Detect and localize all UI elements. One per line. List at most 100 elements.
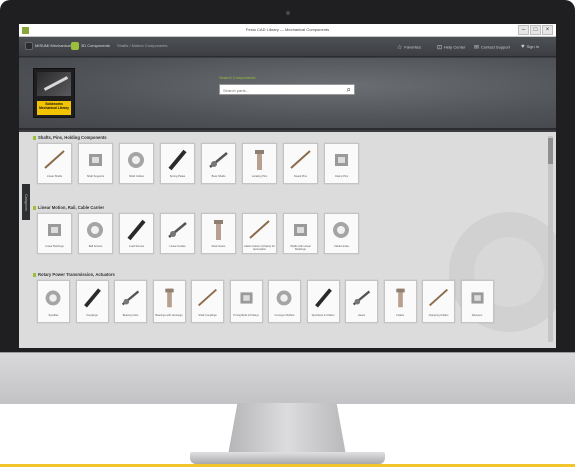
clamp-pin-icon: [335, 154, 348, 166]
component-tile[interactable]: Shaft Supports: [78, 143, 113, 184]
cube-icon: [71, 42, 79, 50]
nav-mechanical-label: MISUMI Mechanical: [35, 43, 71, 49]
section-shafts: Shafts, Pins, Holding Components Linear …: [33, 135, 359, 184]
component-tile[interactable]: Bearings with Housings: [152, 280, 186, 323]
library-logo[interactable]: Solidworks Mechanical Library: [33, 68, 75, 118]
component-tile[interactable]: Rack Gears: [201, 213, 236, 254]
component-tile[interactable]: Sprockets & Chains: [306, 280, 340, 323]
favorites-link[interactable]: ☆ Favorites: [397, 44, 421, 51]
cable-hook-icon: [333, 222, 349, 238]
search-box[interactable]: ⌕: [219, 84, 355, 95]
help-icon: ⊡: [437, 45, 443, 51]
minimize-button[interactable]: –: [518, 25, 529, 35]
component-label: Clamp Pins: [334, 175, 349, 178]
component-label: Shaft Couplings: [198, 314, 217, 317]
app-header: MISUMI Mechanical 3D Components Shafts /…: [19, 37, 556, 57]
component-tile[interactable]: Cable Carriers (Chains) for Automation: [242, 213, 277, 254]
linear-shaft-icon: [44, 150, 65, 169]
component-tile[interactable]: Spring Plates: [160, 143, 195, 184]
shaft-collar-icon: [128, 152, 144, 168]
component-tile[interactable]: Spindles: [37, 280, 70, 323]
contact-label: Contact Support: [481, 44, 510, 50]
scrollbar[interactable]: [548, 136, 553, 342]
component-tile[interactable]: Cable Hooks: [324, 213, 359, 254]
component-tile[interactable]: Linear Guides: [160, 213, 195, 254]
sign-in-label: Sign In: [526, 44, 540, 50]
spindle-icon: [45, 290, 61, 306]
section-title[interactable]: Shafts, Pins, Holding Components: [33, 135, 107, 140]
component-tile[interactable]: Boss Shafts: [201, 143, 236, 184]
component-tile[interactable]: Collars: [383, 280, 417, 323]
component-label: Spindles: [48, 314, 59, 317]
mail-icon: ✉: [474, 45, 480, 51]
component-tile[interactable]: Bearing Units: [114, 280, 147, 323]
help-link[interactable]: ⊡ Help Center: [437, 44, 465, 51]
window-titlebar: Festo CAD Library — Mechanical Component…: [19, 24, 556, 37]
nav-3d-components[interactable]: 3D Components: [71, 42, 110, 52]
search-input[interactable]: [223, 87, 333, 93]
favorites-label: Favorites: [404, 44, 421, 50]
grid-icon: [25, 42, 33, 50]
component-tile[interactable]: Timing Belts & Pulleys: [229, 280, 263, 323]
app-screen: Festo CAD Library — Mechanical Component…: [19, 24, 556, 348]
maximize-button[interactable]: □: [530, 25, 541, 35]
close-button[interactable]: ×: [542, 25, 553, 35]
window-title: Festo CAD Library — Mechanical Component…: [245, 27, 330, 32]
component-tile[interactable]: Shaft Collars: [119, 143, 154, 184]
spring-plate-icon: [168, 149, 187, 171]
contact-link[interactable]: ✉ Contact Support: [474, 44, 510, 51]
component-tile[interactable]: Clamp Pins: [324, 143, 359, 184]
component-tile[interactable]: Linear Bushings: [37, 213, 72, 254]
sign-in-link[interactable]: ♥ Sign In: [521, 44, 539, 50]
component-label: Sprockets & Chains: [311, 314, 335, 317]
section-title[interactable]: Linear Motion, Rail, Cable Carrier: [33, 205, 104, 210]
component-label: Gears: [357, 314, 366, 317]
monitor-stand-base: [190, 452, 385, 464]
component-tile[interactable]: Conveyor Rollers: [268, 280, 301, 323]
help-label: Help Center: [444, 44, 466, 50]
component-tile[interactable]: Dowel Pins: [283, 143, 318, 184]
locating-pin-icon: [255, 150, 264, 170]
lead-screw-icon: [127, 219, 146, 241]
component-label: Spring Plates: [169, 175, 186, 178]
conveyor-roller-icon: [276, 290, 292, 306]
component-label: Conveyor Rollers: [274, 314, 295, 317]
component-label: Boss Shafts: [211, 175, 226, 178]
cable-carrier-icon: [249, 220, 270, 239]
component-tile[interactable]: Linear Shafts: [37, 143, 72, 184]
component-label: Couplings: [86, 314, 98, 317]
component-tile[interactable]: Ball Screws: [78, 213, 113, 254]
component-label: Dampers: [471, 314, 483, 317]
dowel-pin-icon: [290, 150, 311, 169]
shaft-bushing-icon: [294, 224, 307, 236]
hero-banner: Solidworks Mechanical Library Search Com…: [19, 58, 556, 130]
component-label: Rack Gears: [211, 245, 226, 248]
linear-bushing-icon: [48, 224, 61, 236]
component-label: Shaft Supports: [86, 175, 105, 178]
rack-gear-icon: [214, 220, 223, 240]
component-tile[interactable]: Gears: [345, 280, 378, 323]
search-icon[interactable]: ⌕: [347, 85, 351, 95]
component-tile[interactable]: Dampers: [460, 280, 494, 323]
sidebar-tab[interactable]: Categories: [22, 184, 30, 220]
component-label: Linear Guides: [169, 245, 186, 248]
component-label: Linear Bushings: [45, 245, 64, 248]
gear-icon: [352, 290, 371, 306]
breadcrumb[interactable]: Shafts / Motion Components: [117, 43, 167, 53]
monitor-photo: Festo CAD Library — Mechanical Component…: [0, 0, 575, 470]
clamp-collar-icon: [429, 288, 448, 307]
component-tile[interactable]: Lead Screws: [119, 213, 154, 254]
component-label: Ball Screws: [88, 245, 103, 248]
component-label: Cable Carriers (Chains) for Automation: [244, 245, 275, 251]
section-title[interactable]: Rotary Power Transmission, Actuators: [33, 272, 115, 277]
component-label: Collars: [395, 314, 405, 317]
component-tile[interactable]: Couplings: [75, 280, 109, 323]
nav-mechanical[interactable]: MISUMI Mechanical: [25, 42, 71, 52]
component-tile[interactable]: Shafts with Linear Bushings: [283, 213, 318, 254]
component-tile[interactable]: Clamping Collars: [422, 280, 455, 323]
component-tile[interactable]: Shaft Couplings: [191, 280, 224, 323]
component-tile[interactable]: Locating Pins: [242, 143, 277, 184]
scrollbar-thumb[interactable]: [548, 138, 553, 164]
damper-icon: [470, 292, 484, 304]
catalog-content: Categories Shafts, Pins, Holding Compone…: [19, 132, 556, 348]
